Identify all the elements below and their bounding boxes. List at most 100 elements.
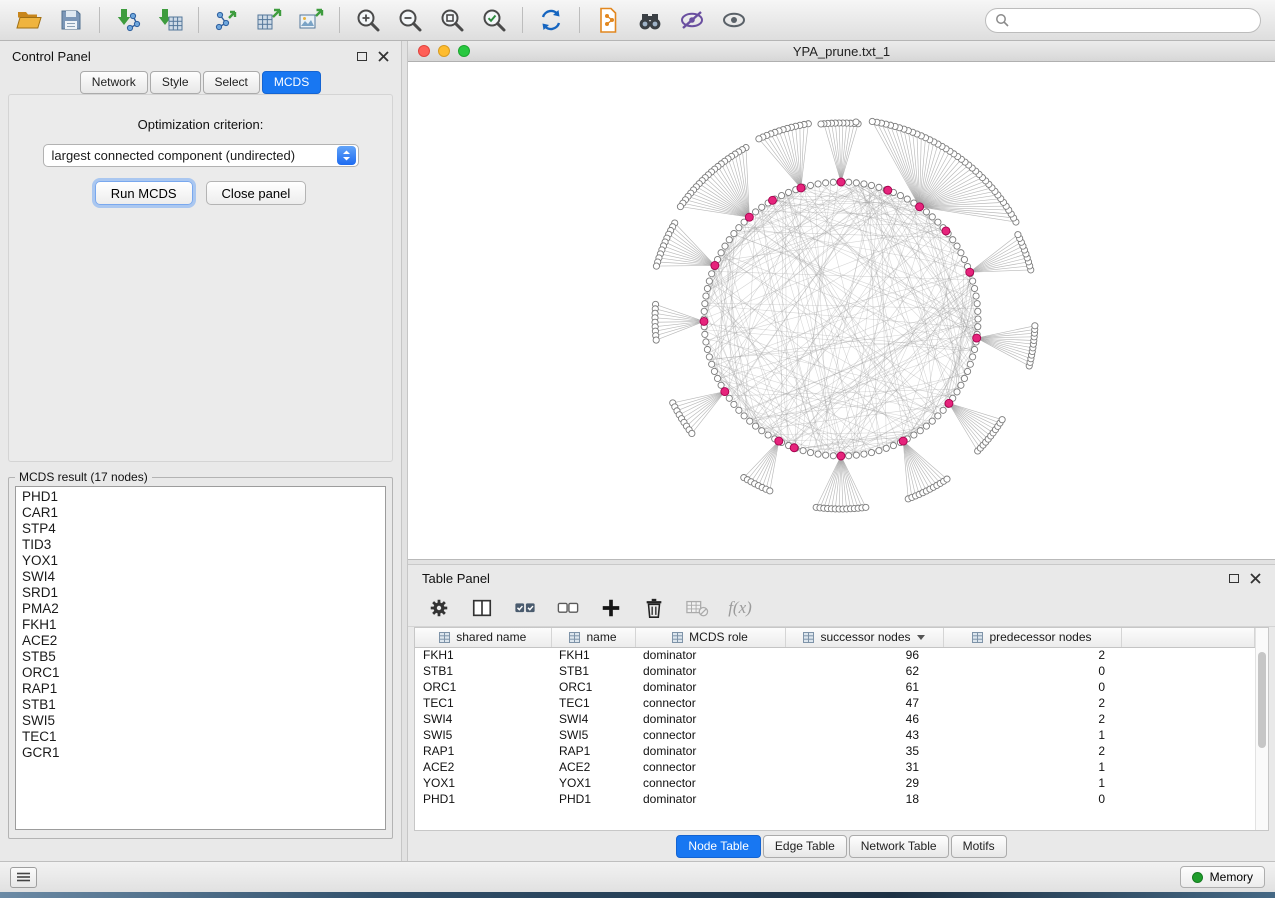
search-network-button[interactable] [629, 3, 671, 37]
mcds-result-item[interactable]: SWI5 [16, 713, 385, 729]
tab-edge-table[interactable]: Edge Table [763, 835, 847, 858]
delete-column-button[interactable] [641, 595, 667, 621]
tab-node-table[interactable]: Node Table [676, 835, 761, 858]
zoom-out-button[interactable] [389, 3, 431, 37]
float-panel-button[interactable] [357, 52, 367, 61]
memory-button[interactable]: Memory [1180, 866, 1265, 888]
scrollbar-thumb[interactable] [1258, 652, 1266, 748]
table-row[interactable]: RAP1RAP1dominator352 [415, 743, 1255, 759]
import-network-button[interactable] [107, 3, 149, 37]
tab-style[interactable]: Style [150, 71, 201, 94]
column-header-name[interactable]: name [551, 628, 635, 647]
network-graph[interactable] [408, 62, 1275, 560]
table-cell: 61 [785, 679, 943, 695]
export-image-button[interactable] [290, 3, 332, 37]
export-table-icon [256, 7, 282, 33]
zoom-selected-button[interactable] [473, 3, 515, 37]
save-session-button[interactable] [50, 3, 92, 37]
mcds-result-item[interactable]: TEC1 [16, 729, 385, 745]
table-row[interactable]: ORC1ORC1dominator610 [415, 679, 1255, 695]
tab-network-table[interactable]: Network Table [849, 835, 949, 858]
mcds-result-item[interactable]: RAP1 [16, 681, 385, 697]
network-canvas[interactable] [408, 62, 1275, 559]
column-header-mcds-role[interactable]: MCDS role [635, 628, 785, 647]
mcds-result-item[interactable]: STB5 [16, 649, 385, 665]
table-panel-title: Table Panel [422, 571, 1229, 586]
close-panel-button[interactable] [378, 51, 389, 62]
function-builder-button[interactable]: f(x) [727, 595, 753, 621]
table-row[interactable]: SWI5SWI5connector431 [415, 727, 1255, 743]
search-input[interactable] [1014, 13, 1251, 28]
show-all-button[interactable] [713, 3, 755, 37]
table-cell: 35 [785, 743, 943, 759]
toolbar-separator [522, 7, 523, 33]
close-table-panel-button[interactable] [1250, 573, 1261, 584]
tab-mcds[interactable]: MCDS [262, 71, 321, 94]
zoom-fit-button[interactable] [431, 3, 473, 37]
window-minimize-traffic-light[interactable] [438, 45, 450, 57]
table-row[interactable]: YOX1YOX1connector291 [415, 775, 1255, 791]
table-cell: dominator [635, 711, 785, 727]
show-columns-button[interactable] [469, 595, 495, 621]
table-row[interactable]: FKH1FKH1dominator962 [415, 647, 1255, 663]
tab-network[interactable]: Network [80, 71, 148, 94]
table-cell: dominator [635, 743, 785, 759]
close-panel-button-mcds[interactable]: Close panel [206, 181, 307, 205]
mcds-result-item[interactable]: TID3 [16, 537, 385, 553]
close-icon [378, 51, 389, 62]
column-type-icon [972, 632, 983, 643]
mcds-result-item[interactable]: PHD1 [16, 489, 385, 505]
window-close-traffic-light[interactable] [418, 45, 430, 57]
table-settings-button[interactable] [426, 595, 452, 621]
select-all-rows-button[interactable] [512, 595, 538, 621]
table-row[interactable]: STB1STB1dominator620 [415, 663, 1255, 679]
mcds-result-item[interactable]: YOX1 [16, 553, 385, 569]
mcds-result-item[interactable]: SRD1 [16, 585, 385, 601]
plus-icon [600, 597, 622, 619]
window-zoom-traffic-light[interactable] [458, 45, 470, 57]
table-row[interactable]: TEC1TEC1connector472 [415, 695, 1255, 711]
optimization-criterion-select[interactable]: largest connected component (undirected) [43, 144, 359, 167]
mcds-result-item[interactable]: CAR1 [16, 505, 385, 521]
refresh-layout-button[interactable] [530, 3, 572, 37]
tab-motifs[interactable]: Motifs [951, 835, 1007, 858]
hide-selected-button[interactable] [671, 3, 713, 37]
deselect-all-rows-button[interactable] [555, 595, 581, 621]
table-cell: YOX1 [551, 775, 635, 791]
table-row[interactable]: SWI4SWI4dominator462 [415, 711, 1255, 727]
mcds-result-item[interactable]: ACE2 [16, 633, 385, 649]
toolbar-separator [579, 7, 580, 33]
export-table-button[interactable] [248, 3, 290, 37]
mcds-result-item[interactable]: SWI4 [16, 569, 385, 585]
column-header-successor-nodes[interactable]: successor nodes [785, 628, 943, 647]
float-table-panel-button[interactable] [1229, 574, 1239, 583]
sort-chevron-icon[interactable] [917, 635, 925, 640]
table-scrollbar[interactable] [1255, 628, 1268, 830]
status-menu-button[interactable] [10, 867, 37, 888]
zoom-in-button[interactable] [347, 3, 389, 37]
open-file-button[interactable] [8, 3, 50, 37]
column-header-shared-name[interactable]: shared name [415, 628, 551, 647]
clear-table-button[interactable] [684, 595, 710, 621]
run-mcds-button[interactable]: Run MCDS [95, 181, 193, 205]
export-network-button[interactable] [206, 3, 248, 37]
zoom-out-icon [397, 7, 423, 33]
vertical-splitter[interactable] [401, 41, 408, 861]
table-row[interactable]: ACE2ACE2connector311 [415, 759, 1255, 775]
mcds-result-item[interactable]: PMA2 [16, 601, 385, 617]
table-cell: 0 [943, 791, 1121, 807]
table-cell: TEC1 [551, 695, 635, 711]
mcds-result-item[interactable]: GCR1 [16, 745, 385, 761]
mcds-result-item[interactable]: ORC1 [16, 665, 385, 681]
global-search-box[interactable] [985, 8, 1261, 33]
tab-select[interactable]: Select [203, 71, 260, 94]
table-row[interactable]: PHD1PHD1dominator180 [415, 791, 1255, 807]
add-column-button[interactable] [598, 595, 624, 621]
mcds-result-item[interactable]: FKH1 [16, 617, 385, 633]
mcds-result-list[interactable]: PHD1CAR1STP4TID3YOX1SWI4SRD1PMA2FKH1ACE2… [15, 486, 386, 830]
mcds-result-item[interactable]: STB1 [16, 697, 385, 713]
network-from-document-button[interactable] [587, 3, 629, 37]
column-header-predecessor-nodes[interactable]: predecessor nodes [943, 628, 1121, 647]
import-table-button[interactable] [149, 3, 191, 37]
mcds-result-item[interactable]: STP4 [16, 521, 385, 537]
